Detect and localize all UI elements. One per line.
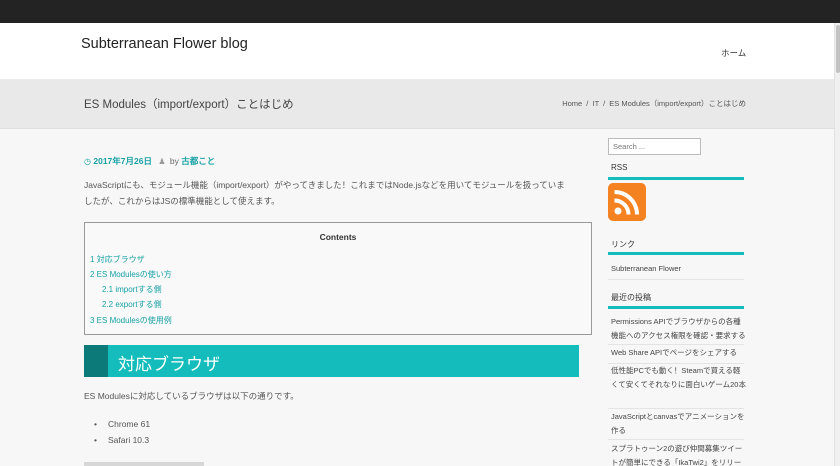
list-item-label: Chrome 61 <box>108 419 151 429</box>
breadcrumb-separator: / <box>603 99 606 108</box>
post-author[interactable]: 古都こと <box>181 156 215 166</box>
list-item: • Safari 10.3 <box>94 435 149 445</box>
recent-post-link[interactable]: JavaScriptとcanvasでアニメーションを作る <box>611 410 746 438</box>
by-label: by <box>169 156 179 166</box>
links-widget-title: リンク <box>611 240 635 249</box>
divider <box>608 408 744 409</box>
recent-post-link[interactable]: Web Share APIでページをシェアする <box>611 346 746 360</box>
toc-item[interactable]: 2.1 importする側 <box>102 284 162 295</box>
search-input[interactable] <box>608 138 701 155</box>
post-date[interactable]: 2017年7月26日 <box>93 156 152 166</box>
clock-icon: ◷ <box>84 157 91 166</box>
rss-widget-title: RSS <box>611 163 628 172</box>
recent-post-link[interactable]: Permissions APIでブラウザからの各種機能へのアクセス権限を確認・要… <box>611 315 746 343</box>
user-icon: ♟ <box>158 157 166 166</box>
breadcrumb-it[interactable]: IT <box>592 99 599 108</box>
toc-item[interactable]: 2.2 exportする側 <box>102 299 162 310</box>
main-content: ◷ 2017年7月26日 ♟ by 古都こと JavaScriptにも、モジュー… <box>0 130 834 466</box>
recent-post-link[interactable]: 低性能PCでも動く！Steamで買える軽くて安くてそれなりに面白いゲーム20本 <box>611 364 746 392</box>
widget-underline <box>608 252 744 255</box>
section-heading: 対応ブラウザ <box>84 345 579 377</box>
divider <box>608 439 744 440</box>
divider <box>608 344 744 345</box>
scrollbar-thumb[interactable] <box>836 25 840 73</box>
page-title: ES Modules（import/export）ことはじめ <box>84 99 294 111</box>
link-subterranean-flower[interactable]: Subterranean Flower <box>611 262 746 276</box>
widget-underline <box>608 177 744 180</box>
heading-accent <box>84 345 108 377</box>
section-heading-label: 対応ブラウザ <box>118 355 220 374</box>
breadcrumb-separator: / <box>586 99 589 108</box>
bullet: • <box>94 435 97 445</box>
toc-title: Contents <box>319 232 357 242</box>
table-of-contents: Contents 1 対応ブラウザ 2 ES Modulesの使い方 2.1 i… <box>84 222 592 335</box>
breadcrumb-home[interactable]: Home <box>562 99 582 108</box>
top-bar <box>0 0 840 23</box>
recent-post-link[interactable]: スプラトゥーン2の遊び仲間募集ツイートが簡単にできる「IkaTwi2」をリリー <box>611 442 746 466</box>
site-title[interactable]: Subterranean Flower blog <box>81 36 248 52</box>
page-banner: ES Modules（import/export）ことはじめ Home / IT… <box>0 79 834 129</box>
nav-home-link[interactable]: ホーム <box>721 47 746 59</box>
bullet: • <box>94 419 97 429</box>
toc-item[interactable]: 2 ES Modulesの使い方 <box>90 269 172 280</box>
toc-item[interactable]: 3 ES Modulesの使用例 <box>90 315 172 326</box>
breadcrumb-current: ES Modules（import/export）ことはじめ <box>609 99 746 108</box>
browser-support-text: ES Modulesに対応しているブラウザは以下の通りです。 <box>84 391 299 401</box>
intro-line: JavaScriptにも、モジュール機能（import/export）がやってき… <box>84 180 565 190</box>
intro-line: したが、これからはJSの標準機能として使えます。 <box>84 196 280 206</box>
toc-item[interactable]: 1 対応ブラウザ <box>90 254 145 265</box>
recent-posts-title: 最近の投稿 <box>611 293 651 302</box>
post-meta: ◷ 2017年7月26日 ♟ by 古都こと <box>84 155 215 167</box>
list-item: • Chrome 61 <box>94 419 150 429</box>
rss-icon[interactable] <box>608 183 646 221</box>
breadcrumb: Home / IT / ES Modules（import/export）ことは… <box>562 98 746 109</box>
widget-underline <box>608 306 744 309</box>
list-item-label: Safari 10.3 <box>108 435 150 445</box>
page-scrollbar[interactable] <box>834 23 840 466</box>
cut-off-text <box>84 462 204 466</box>
divider <box>608 279 744 280</box>
intro-text: JavaScriptにも、モジュール機能（import/export）がやってき… <box>84 177 584 209</box>
site-header: Subterranean Flower blog ホーム <box>0 23 834 79</box>
